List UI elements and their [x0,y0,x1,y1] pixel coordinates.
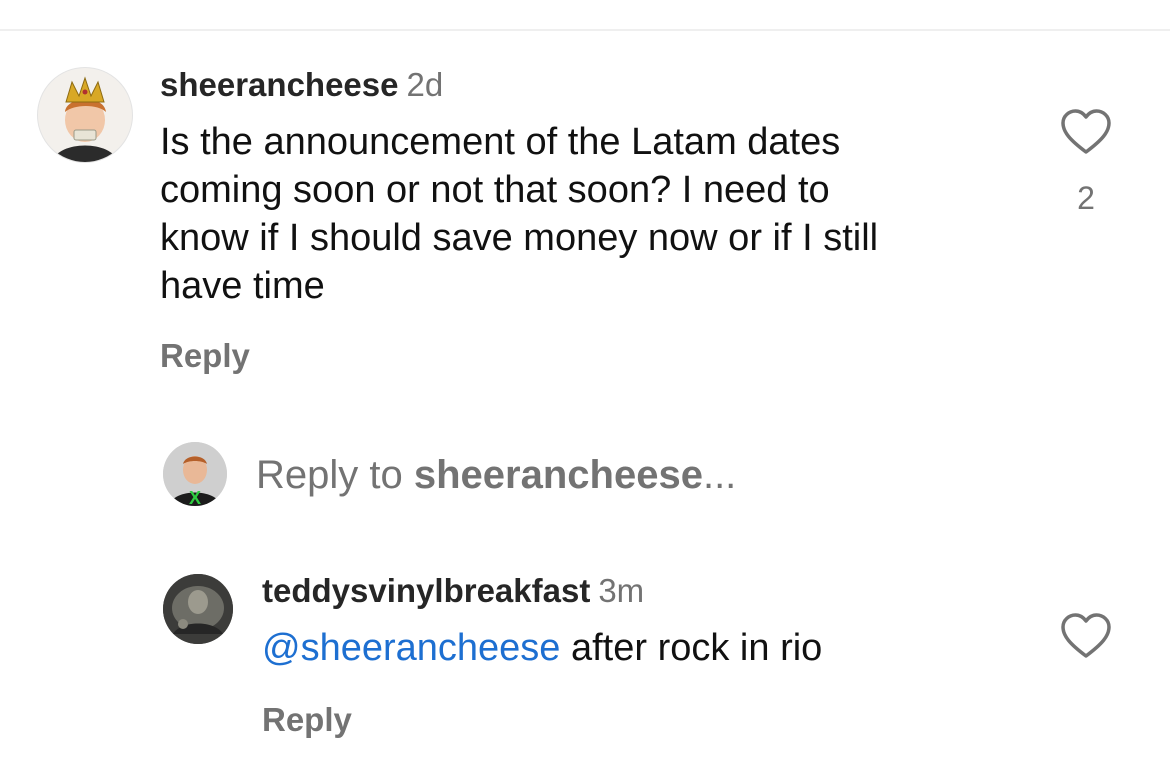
username[interactable]: sheerancheese [160,66,399,103]
reply-prompt: Reply to [256,453,414,497]
username-line: sheerancheese 2d [160,66,443,104]
timestamp: 3m [598,572,645,609]
like-button[interactable] [1060,612,1112,660]
comment-text-body: after rock in rio [560,627,823,669]
username-line: teddysvinylbreakfast 3m [262,572,644,610]
reply-input[interactable]: Reply to sheerancheese... [256,452,736,507]
comment-text-line: coming soon or not that soon? I need to [160,169,830,211]
current-user-avatar: X [163,442,227,506]
username[interactable]: teddysvinylbreakfast [262,572,590,609]
top-divider [0,29,1170,31]
reply-target: sheerancheese [413,453,703,497]
heart-icon [1061,109,1111,154]
comment-text-line: know if I should save money now or if I … [160,217,879,259]
reply-button[interactable]: Reply [160,336,250,376]
heart-icon [1061,613,1111,658]
comment-text-line: Is the announcement of the Latam dates [160,121,841,163]
mention-link[interactable]: @sheerancheese [262,627,560,669]
comment-text: Is the announcement of the Latam dates c… [160,118,878,310]
profile-crown-avatar-icon [52,76,118,162]
like-count: 2 [1077,180,1095,216]
comment-text: @sheerancheese after rock in rio [262,624,822,672]
avatar[interactable] [163,574,233,644]
reply-button[interactable]: Reply [262,700,352,740]
svg-text:X: X [189,488,201,506]
reply-ellipsis: ... [702,453,737,497]
like-button[interactable] [1060,108,1112,156]
comment-text-line: have time [160,265,325,307]
avatar[interactable] [37,67,133,163]
profile-dark-avatar-icon [163,574,233,644]
current-user-avatar-icon: X [163,442,227,506]
timestamp: 2d [406,66,444,103]
